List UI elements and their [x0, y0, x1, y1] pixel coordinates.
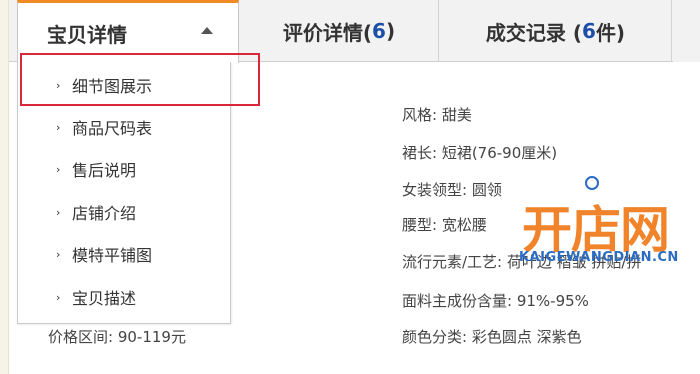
left-edge-strip: [0, 0, 9, 374]
tab-reviews-count: 6: [372, 19, 386, 43]
tab-item-details[interactable]: 宝贝详情: [17, 0, 239, 63]
chevron-right-icon: ›: [56, 162, 61, 176]
menu-item-detail-images[interactable]: › 细节图展示: [18, 67, 230, 103]
tab-item-reviews[interactable]: 评价详情(6): [240, 0, 439, 62]
attribute-style: 风格: 甜美: [402, 106, 472, 124]
watermark-url: KAIGEWANGDIAN.CN: [519, 250, 679, 265]
chevron-right-icon: ›: [56, 205, 61, 219]
attribute-skirt-length: 裙长: 短裙(76-90厘米): [402, 144, 558, 162]
menu-item-label: 售后说明: [72, 161, 137, 180]
chevron-right-icon: ›: [56, 78, 61, 92]
menu-item-size-chart[interactable]: › 商品尺码表: [18, 109, 230, 145]
tab-item-overflow[interactable]: [673, 0, 700, 62]
tab-records-count: 6: [582, 19, 596, 43]
attribute-color: 颜色分类: 彩色圆点 深紫色: [402, 328, 582, 346]
tab-item-records[interactable]: 成交记录 (6 件): [440, 0, 672, 62]
menu-item-label: 模特平铺图: [72, 246, 153, 265]
attribute-collar: 女装领型: 圆领: [402, 181, 502, 199]
tab-reviews-label: 评价详情(: [282, 20, 373, 45]
tab-reviews-suffix: ): [385, 19, 396, 43]
chevron-right-icon: ›: [56, 120, 61, 134]
tab-records-suffix: 件): [595, 20, 626, 45]
menu-item-label: 店铺介绍: [72, 204, 137, 223]
chevron-right-icon: ›: [56, 247, 61, 261]
menu-item-store-intro[interactable]: › 店铺介绍: [18, 194, 230, 230]
product-detail-page: 宝贝详情 评价详情(6) 成交记录 (6 件) › 细节图展示 › 商品尺码表 ›…: [0, 0, 700, 374]
tab-bar: 宝贝详情 评价详情(6) 成交记录 (6 件): [9, 0, 700, 63]
menu-item-label: 宝贝描述: [72, 289, 137, 308]
attribute-fabric-content: 面料主成份含量: 91%-95%: [402, 292, 589, 310]
menu-item-label: 商品尺码表: [72, 119, 153, 138]
chevron-right-icon: ›: [56, 290, 61, 304]
tab-records-label: 成交记录 (: [485, 20, 583, 45]
menu-item-after-sales[interactable]: › 售后说明: [18, 151, 230, 187]
menu-item-model-flat-images[interactable]: › 模特平铺图: [18, 236, 230, 272]
watermark-dot-icon: [585, 176, 599, 190]
tab-details-label: 宝贝详情: [47, 22, 127, 47]
attribute-waist: 腰型: 宽松腰: [402, 216, 487, 234]
price-range: 价格区间: 90-119元: [48, 328, 186, 346]
menu-item-description[interactable]: › 宝贝描述: [18, 279, 230, 315]
menu-item-label: 细节图展示: [72, 77, 153, 96]
caret-up-icon[interactable]: [201, 27, 213, 34]
details-dropdown-menu: › 细节图展示 › 商品尺码表 › 售后说明 › 店铺介绍 › 模特平铺图 › …: [17, 62, 231, 324]
